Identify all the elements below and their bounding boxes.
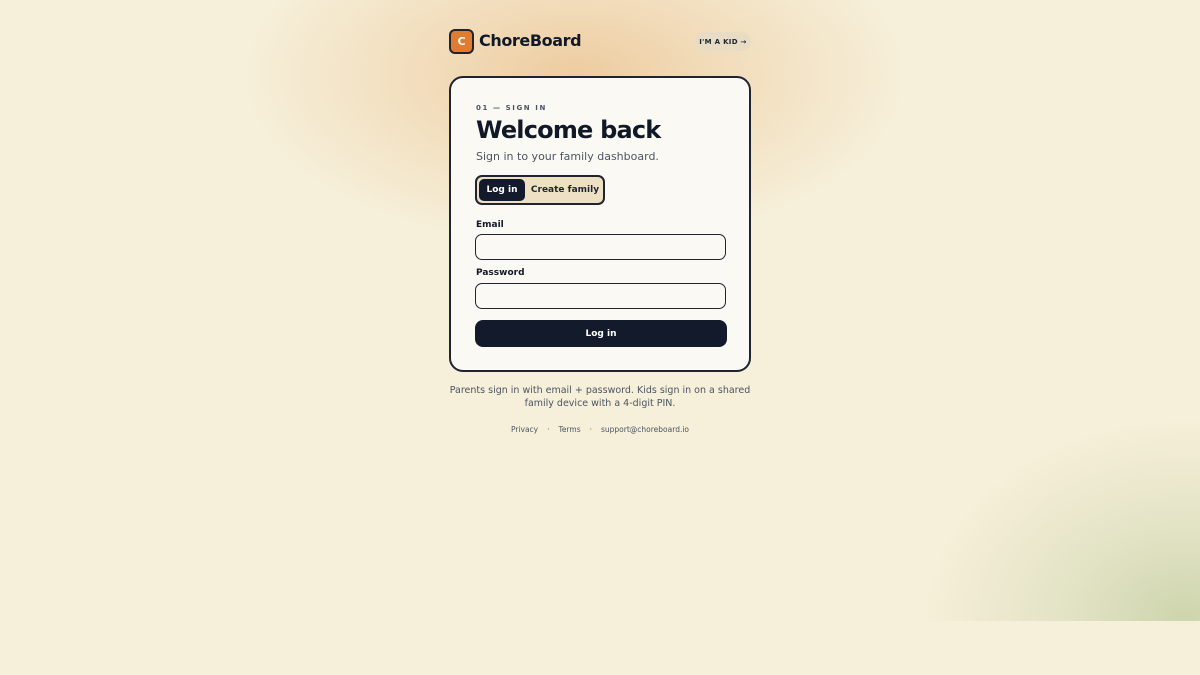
email-field[interactable] (475, 234, 726, 260)
im-a-kid-button[interactable]: I'M A KID → (695, 32, 751, 51)
page-background-band (0, 621, 1200, 675)
support-email-link[interactable]: support@choreboard.io (601, 425, 689, 434)
email-label: Email (476, 220, 504, 230)
terms-link[interactable]: Terms (559, 425, 581, 434)
page-subtitle: Sign in to your family dashboard. (476, 150, 659, 163)
log-in-button[interactable]: Log in (475, 320, 727, 347)
footer-links: Privacy · Terms · support@choreboard.io (449, 425, 751, 434)
auth-mode-tabs: Log in Create family (475, 175, 605, 205)
logo-icon: C (449, 29, 474, 54)
tab-log-in[interactable]: Log in (479, 179, 525, 201)
sign-in-card: 01 — SIGN IN Welcome back Sign in to you… (449, 76, 751, 372)
page-title: Welcome back (476, 116, 661, 144)
footer-separator: · (589, 425, 592, 434)
top-bar: C ChoreBoard I'M A KID → (449, 29, 751, 54)
password-label: Password (476, 268, 525, 278)
brand-name: ChoreBoard (479, 31, 582, 50)
password-field[interactable] (475, 283, 726, 309)
footer-separator: · (547, 425, 550, 434)
step-eyebrow: 01 — SIGN IN (476, 104, 547, 112)
sign-in-note: Parents sign in with email + password. K… (449, 385, 751, 409)
privacy-link[interactable]: Privacy (511, 425, 538, 434)
tab-create-family[interactable]: Create family (529, 179, 601, 201)
